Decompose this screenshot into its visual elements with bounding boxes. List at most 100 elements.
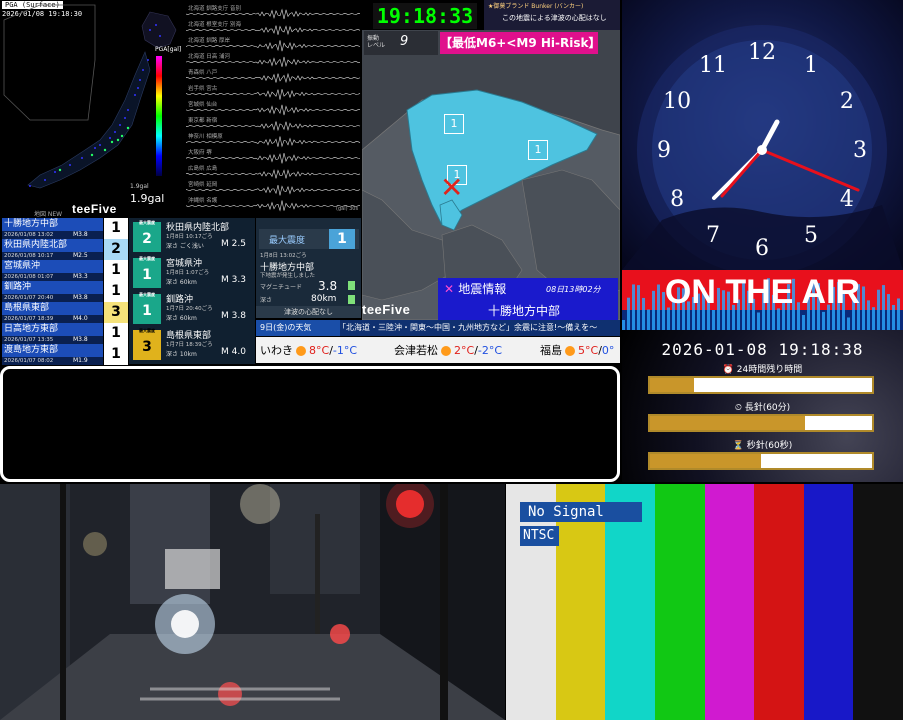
- intensity-box: 最大震度 3: [133, 328, 161, 360]
- station-label: 宮城県 仙台: [188, 102, 218, 108]
- quake-magnitude: M4.0: [73, 315, 88, 322]
- intensity-marker: 1: [444, 114, 464, 134]
- detail-quake-list: 最大震度 2 秋田県内陸北部 1月8日 10:17ごろ 深さ ごく浅い M 2.5 最大震度…: [129, 218, 255, 364]
- quake-magnitude: M 4.0: [221, 347, 246, 357]
- quake-depth: 深さ 60km: [166, 315, 197, 322]
- sun-icon: [565, 346, 575, 356]
- list-item: 日高地方東部 2026/01/07 13:35 M3.8 1: [1, 323, 129, 345]
- clock-numeral: 5: [804, 223, 818, 248]
- quake-intensity: 3: [104, 302, 128, 323]
- quake-region: 釧路沖: [2, 281, 103, 294]
- quake-time: 1月7日 20:40ごろ: [166, 306, 213, 312]
- quake-time: 1月8日 1:07ごろ: [166, 270, 210, 276]
- eew-title: ✕ 地震情報: [444, 282, 507, 296]
- clock-numeral: 4: [840, 187, 854, 212]
- quake-depth: 深さ ごく浅い: [166, 243, 204, 250]
- intensity-value: 2: [142, 231, 152, 247]
- waveform-footer: (gal) 30s: [336, 206, 359, 212]
- progress-bar: [648, 376, 874, 394]
- ticker-day: 9日(金)の天気: [256, 320, 340, 336]
- city-name: いわき: [260, 344, 293, 357]
- waveform-panel: 北海道 釧路支庁 音別 北海道 根室支庁 別海 北海道 釧路 厚岸 北海道 日高 浦河…: [186, 0, 361, 215]
- station-label: 青森県 八戸: [188, 70, 218, 76]
- quake-magnitude: M 3.3: [221, 275, 246, 285]
- quake-region: 渡島地方東部: [2, 344, 103, 357]
- on-air-text: ON THE AIR: [664, 273, 861, 311]
- color-bar-stripe: [754, 484, 805, 720]
- quake-magnitude: M3.8: [73, 294, 88, 301]
- equalizer-bar: [847, 317, 850, 330]
- clock-numeral: 7: [706, 223, 720, 248]
- max-intensity-panel: 最大震度 1 1月8日 13:02ごろ 十勝地方中部 下地震が発生しました マグ…: [256, 218, 361, 318]
- list-item: 最大震度 3 島根県東部 1月7日 18:39ごろ 深さ 10km M 4.0: [131, 326, 253, 362]
- temp-low: -1°C: [332, 344, 358, 357]
- list-item: 十勝地方中部 2026/01/08 13:02 M3.8 1: [1, 218, 129, 240]
- clock-numeral: 1: [804, 53, 818, 78]
- max-intensity-note: 下地震が発生しました: [260, 273, 316, 279]
- analog-clock-panel: 12 1 2 3 4 5 6 7 8 9 10 11: [622, 0, 903, 270]
- pga-gal-small: 1.9gal: [130, 183, 149, 190]
- intensity-value: 1: [142, 303, 152, 319]
- intensity-box: 最大震度 1: [133, 256, 161, 288]
- teefive-logo: teeFive: [72, 202, 117, 216]
- intensity-box-label: 最大震度: [139, 220, 155, 225]
- equalizer-bar: [822, 311, 825, 330]
- color-bar-stripe: [704, 484, 755, 720]
- pga-map-panel: PGA (Surface) 2026/01/08 19:18:30 PGA[ga…: [0, 0, 187, 218]
- city-name: 福島: [540, 344, 562, 357]
- station-label: 沖縄県 名護: [188, 198, 218, 204]
- depth-label: 深さ: [260, 297, 273, 304]
- clock-numeral: 8: [670, 187, 684, 212]
- analog-clock: 12 12 3 45 6 78 9 10 11: [622, 25, 903, 270]
- datetime-panel: 2026-01-08 19:18:38 ⏰ 24時間残り時間 ⏲ 長針(60分) ⏳…: [622, 330, 903, 482]
- progress-fill: [650, 378, 695, 392]
- eew-date: 08日13時02分: [546, 285, 601, 294]
- city-name: 会津若松: [394, 344, 438, 357]
- intensity-box: 最大震度 2: [133, 220, 161, 252]
- color-bar-stripe: [803, 484, 854, 720]
- eew-map: 1 1 1 ✕ teeFive: [362, 30, 620, 320]
- risk-badge: 【最低M6+<M9 Hi-Risk】: [440, 32, 600, 54]
- quake-depth: 深さ 60km: [166, 279, 197, 286]
- clock-numeral: 10: [663, 89, 691, 114]
- max-intensity-bar: 最大震度 1: [259, 229, 359, 249]
- epicenter-icon: ✕: [440, 171, 464, 204]
- clock-numeral: 6: [755, 236, 769, 261]
- color-bar-stripe: [654, 484, 705, 720]
- hokkaido-map: [362, 30, 620, 320]
- clock-numeral: 11: [699, 53, 727, 78]
- ntsc-label: NTSC: [520, 526, 559, 546]
- progress-fill: [650, 454, 761, 468]
- quake-magnitude: M3.8: [73, 336, 88, 343]
- quake-region: 島根県東部: [2, 302, 103, 315]
- intensity-box-label: 最大震度: [139, 292, 155, 297]
- depth-value: 80km: [311, 294, 337, 304]
- sun-icon: [296, 346, 306, 356]
- temp-high: 5°C: [578, 344, 599, 357]
- pga-gal-value: 1.9gal: [130, 192, 165, 205]
- station-label: 北海道 釧路 厚岸: [188, 38, 230, 44]
- list-item: 秋田県内陸北部 2026/01/08 10:17 M2.5 2: [1, 239, 129, 261]
- quake-time: 1月7日 18:39ごろ: [166, 342, 213, 348]
- list-item: 最大震度 1 釧路沖 1月7日 20:40ごろ 深さ 60km M 3.8: [131, 290, 253, 326]
- quake-intensity: 2: [104, 239, 128, 260]
- quake-magnitude: M2.5: [73, 252, 88, 259]
- depth-indicator: [348, 295, 355, 304]
- temp-high: 2°C: [454, 344, 475, 357]
- waveform-trace: [186, 153, 361, 164]
- max-intensity-time: 1月8日 13:02ごろ: [260, 253, 307, 259]
- intensity-marker: 1: [528, 140, 548, 160]
- quake-intensity: 1: [104, 260, 128, 281]
- sun-icon: [441, 346, 451, 356]
- color-bar-stripe: [853, 484, 903, 720]
- progress-bar: [648, 414, 874, 432]
- station-label: 神奈川 相模原: [188, 134, 223, 140]
- temp-high: 8°C: [309, 344, 330, 357]
- station-label: 北海道 根室支庁 別海: [188, 22, 241, 28]
- ticker-message: 「北海道・三陸沖・関東〜中国・九州地方など」余震に注意!〜備えを〜: [338, 323, 598, 332]
- quake-magnitude: M 3.8: [221, 311, 246, 321]
- digital-clock: 19:18:33: [373, 3, 477, 29]
- news-ticker: 9日(金)の天気 「北海道・三陸沖・関東〜中国・九州地方など」余震に注意!〜備え…: [256, 320, 620, 336]
- quake-region: 宮城県沖: [2, 260, 103, 273]
- quake-region: 日高地方東部: [2, 323, 103, 336]
